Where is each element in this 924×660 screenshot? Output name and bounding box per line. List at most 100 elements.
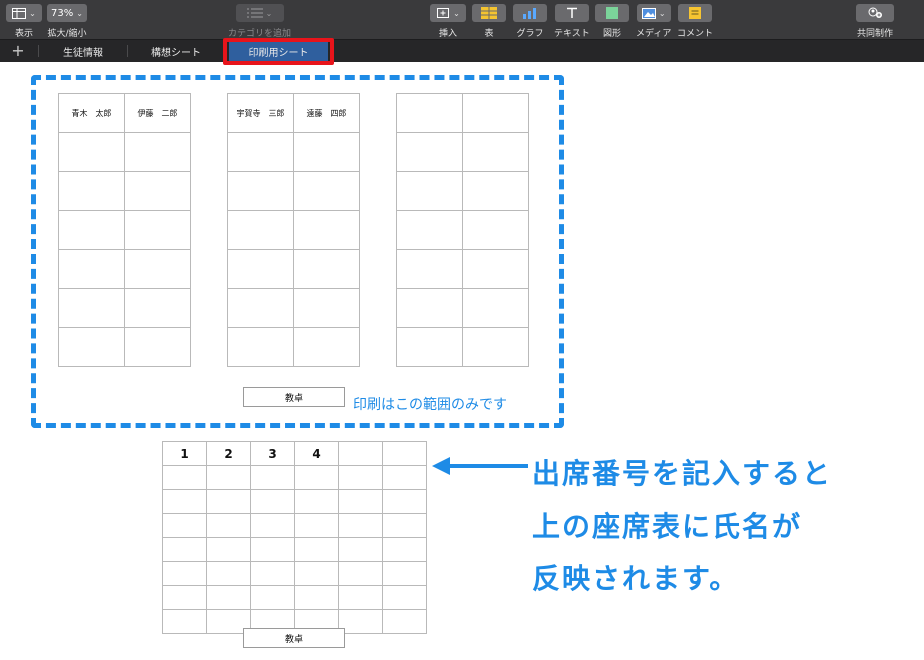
number-cell[interactable] [338, 609, 383, 634]
number-cell[interactable] [162, 513, 207, 538]
table-row [162, 513, 427, 538]
number-cell[interactable] [338, 561, 383, 586]
table-button[interactable] [472, 4, 506, 22]
number-cell[interactable] [294, 513, 339, 538]
number-cell[interactable] [294, 561, 339, 586]
number-cell[interactable] [338, 513, 383, 538]
chart-label: グラフ [516, 29, 544, 39]
number-cell[interactable] [162, 585, 207, 610]
print-area-note: 印刷はこの範囲のみです [353, 397, 507, 413]
number-cell[interactable] [382, 441, 427, 466]
number-cell[interactable]: 2 [206, 441, 251, 466]
number-cell[interactable] [338, 441, 383, 466]
chart-button[interactable] [513, 4, 547, 22]
number-cell[interactable] [162, 561, 207, 586]
collaborate-button[interactable] [856, 4, 894, 22]
shape-label: 図形 [602, 29, 621, 39]
text-label: テキスト [554, 29, 590, 39]
tab-plan-sheet[interactable]: 構想シート [128, 40, 224, 62]
callout-line-3: 反映されます。 [532, 562, 740, 595]
number-cell[interactable] [206, 585, 251, 610]
number-cell[interactable] [294, 489, 339, 514]
number-cell[interactable] [206, 561, 251, 586]
shape-button[interactable] [595, 4, 629, 22]
number-cell[interactable]: 1 [162, 441, 207, 466]
number-cell[interactable]: 3 [250, 441, 295, 466]
text-button[interactable] [554, 4, 589, 22]
tab-student-info[interactable]: 生徒情報 [40, 40, 126, 62]
number-cell[interactable] [382, 465, 427, 490]
sidebar-icon [12, 7, 27, 19]
active-tab-highlight [223, 38, 334, 65]
zoom-label: 拡大/縮小 [47, 29, 87, 39]
table-row [162, 561, 427, 586]
sheet-tab-bar: + 生徒情報 構想シート 印刷用シート [0, 40, 924, 62]
number-cell[interactable] [250, 561, 295, 586]
text-control[interactable]: テキスト [554, 4, 590, 39]
number-cell[interactable] [206, 513, 251, 538]
add-sheet-icon[interactable]: + [10, 41, 26, 61]
number-cell[interactable] [382, 585, 427, 610]
number-cell[interactable] [382, 537, 427, 562]
number-cell[interactable] [338, 489, 383, 514]
comment-button[interactable] [678, 4, 712, 22]
number-cell[interactable] [338, 465, 383, 490]
insert-control[interactable]: ⌄ 挿入 [430, 4, 466, 39]
number-cell[interactable] [382, 609, 427, 634]
number-cell[interactable] [338, 585, 383, 610]
callout-line-1: 出席番号を記入すると [532, 457, 833, 490]
table-control[interactable]: 表 [472, 4, 506, 39]
chevron-down-icon: ⌄ [265, 8, 273, 18]
print-area-frame [31, 75, 564, 428]
comment-label: コメント [677, 29, 714, 39]
shape-control[interactable]: 図形 [595, 4, 629, 39]
list-icon [246, 8, 263, 18]
zoom-control[interactable]: 73% ⌄ 拡大/縮小 [47, 4, 87, 39]
table-icon [481, 7, 497, 19]
view-label: 表示 [14, 29, 33, 39]
number-cell[interactable] [382, 561, 427, 586]
number-cell[interactable] [294, 585, 339, 610]
number-cell[interactable] [250, 513, 295, 538]
number-cell[interactable] [382, 513, 427, 538]
view-control[interactable]: ⌄ 表示 [6, 4, 42, 39]
media-icon [641, 7, 656, 19]
number-cell[interactable] [338, 537, 383, 562]
chart-control[interactable]: グラフ [513, 4, 547, 39]
category-button: ⌄ [235, 4, 284, 22]
media-control[interactable]: ⌄ メディア [636, 4, 671, 39]
table-row: 1 2 3 4 [162, 441, 427, 466]
collaborate-icon [868, 7, 882, 18]
zoom-button[interactable]: 73% ⌄ [47, 4, 87, 22]
insert-button[interactable]: ⌄ [430, 4, 466, 22]
insert-icon [437, 8, 450, 18]
number-cell[interactable] [382, 489, 427, 514]
number-cell[interactable] [250, 537, 295, 562]
collaborate-control[interactable]: 共同制作 [856, 4, 894, 39]
number-cell[interactable] [206, 465, 251, 490]
category-control: ⌄ カテゴリを追加 [228, 4, 291, 39]
number-cell[interactable] [162, 537, 207, 562]
teacher-desk-label-input: 教卓 [243, 628, 345, 648]
number-cell[interactable] [162, 609, 207, 634]
number-cell[interactable] [162, 489, 207, 514]
number-cell[interactable]: 4 [294, 441, 339, 466]
comment-control[interactable]: コメント [677, 4, 713, 39]
collaborate-label: 共同制作 [856, 29, 893, 39]
number-cell[interactable] [250, 489, 295, 514]
number-cell[interactable] [206, 537, 251, 562]
view-button[interactable]: ⌄ [6, 4, 42, 22]
number-cell[interactable] [250, 585, 295, 610]
number-cell[interactable] [162, 465, 207, 490]
number-cell[interactable] [206, 489, 251, 514]
chevron-down-icon: ⌄ [658, 8, 666, 18]
comment-icon [689, 7, 701, 19]
table-row [162, 489, 427, 514]
tab-divider [38, 45, 39, 57]
number-cell[interactable] [294, 537, 339, 562]
chevron-down-icon: ⌄ [29, 8, 36, 18]
number-cell[interactable] [294, 465, 339, 490]
table-row [162, 465, 427, 490]
number-cell[interactable] [250, 465, 295, 490]
media-button[interactable]: ⌄ [636, 4, 671, 22]
